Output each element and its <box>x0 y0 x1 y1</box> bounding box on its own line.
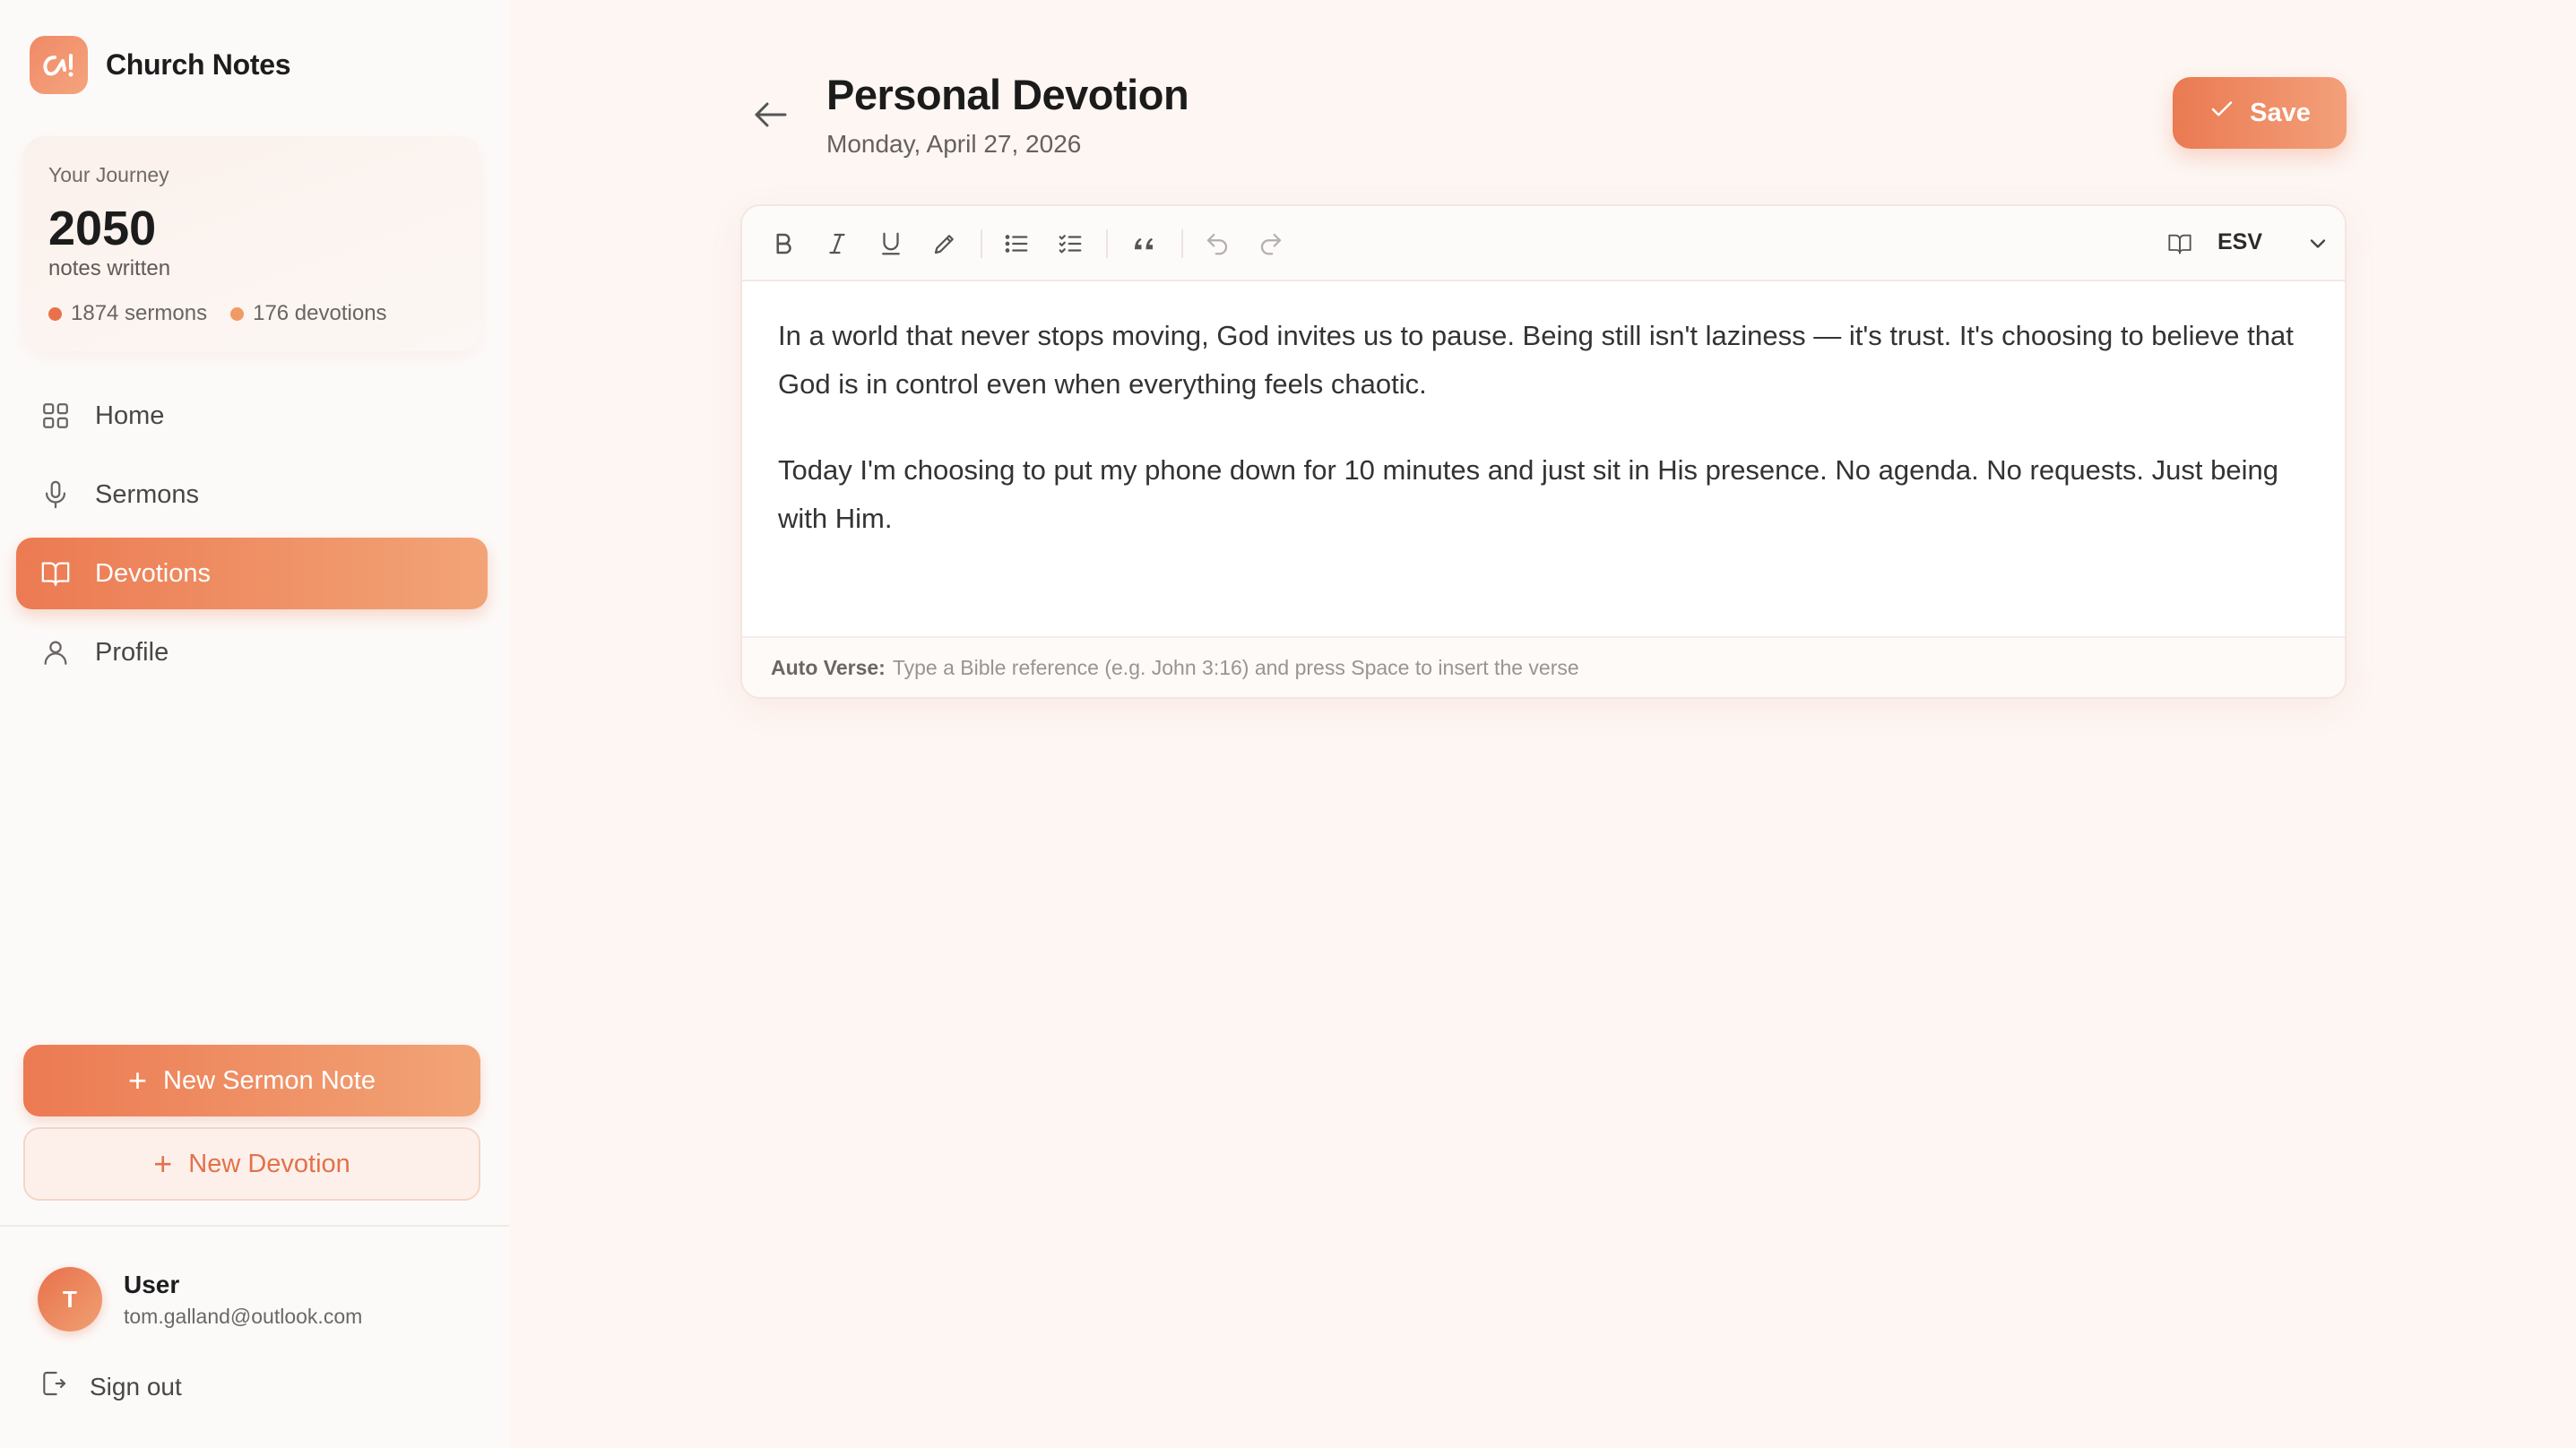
book-icon <box>39 557 72 590</box>
bold-icon[interactable] <box>765 226 801 262</box>
sign-out-icon <box>39 1369 68 1404</box>
divider <box>0 1225 509 1227</box>
notes-written-label: notes written <box>48 256 171 280</box>
translation-select[interactable]: ESV <box>2217 229 2262 255</box>
auto-verse-label: Auto Verse: <box>771 655 886 679</box>
plus-icon: + <box>153 1145 173 1182</box>
paragraph: In a world that never stops moving, God … <box>778 320 2294 400</box>
sign-out-label: Sign out <box>90 1372 182 1401</box>
italic-icon[interactable] <box>819 226 855 262</box>
nav-item-devotions[interactable]: Devotions <box>16 538 488 609</box>
new-sermon-note-button[interactable]: + New Sermon Note <box>23 1045 480 1116</box>
auto-verse-text: Type a Bible reference (e.g. John 3:16) … <box>892 655 1579 679</box>
editor-toolbar: ESV <box>742 206 2345 281</box>
check-icon <box>2209 96 2235 130</box>
bullet-list-icon[interactable] <box>998 226 1034 262</box>
user-email: tom.galland@outlook.com <box>124 1304 363 1328</box>
sermons-dot-icon <box>48 306 62 321</box>
plus-icon: + <box>128 1062 148 1099</box>
notes-count: 2050 <box>48 202 157 255</box>
avatar: T <box>38 1267 102 1332</box>
new-devotion-button[interactable]: + New Devotion <box>23 1127 480 1201</box>
journey-card: Your Journey 2050 notes written 1874 ser… <box>23 136 480 351</box>
save-label: Save <box>2250 98 2311 127</box>
church-notes-logo-icon <box>30 36 88 94</box>
nav-label: Profile <box>95 637 169 667</box>
highlight-icon[interactable] <box>927 226 963 262</box>
sidebar: Church Notes Your Journey 2050 notes wri… <box>0 0 509 1448</box>
quote-icon[interactable] <box>1126 226 1162 262</box>
new-sermon-label: New Sermon Note <box>163 1065 376 1095</box>
grid-icon <box>39 400 72 432</box>
auto-verse-hint: Auto Verse: Type a Bible reference (e.g.… <box>742 636 2345 697</box>
devotions-dot-icon <box>230 306 245 321</box>
user-info: User tom.galland@outlook.com <box>124 1271 362 1329</box>
devotion-editor: ESV In a world that never stops moving, … <box>740 204 2347 699</box>
journey-label: Your Journey <box>48 163 169 186</box>
bible-book-icon <box>2162 226 2198 262</box>
devotions-count: 176 devotions <box>253 301 387 325</box>
toolbar-divider <box>1181 229 1183 258</box>
nav-item-sermons[interactable]: Sermons <box>16 459 488 530</box>
toolbar-divider <box>1106 229 1108 258</box>
page-title: Personal Devotion <box>826 71 1189 118</box>
new-devotion-label: New Devotion <box>188 1149 350 1178</box>
chevron-down-icon[interactable] <box>2300 226 2336 262</box>
checklist-icon[interactable] <box>1052 226 1088 262</box>
editor-content[interactable]: In a world that never stops moving, God … <box>778 312 2320 581</box>
main-nav: Home Sermons Devotions Profile <box>16 380 488 695</box>
user-name: User <box>124 1270 180 1298</box>
journey-stats: 1874 sermons 176 devotions <box>48 301 387 326</box>
user-card[interactable]: T User tom.galland@outlook.com <box>38 1267 362 1332</box>
nav-label: Devotions <box>95 558 211 588</box>
undo-icon[interactable] <box>1199 226 1235 262</box>
user-icon <box>39 636 72 668</box>
underline-icon[interactable] <box>873 226 909 262</box>
page-date: Monday, April 27, 2026 <box>826 130 1082 158</box>
nav-label: Sermons <box>95 479 200 509</box>
sermons-count: 1874 sermons <box>71 301 208 325</box>
microphone-icon <box>39 478 72 511</box>
paragraph: Today I'm choosing to put my phone down … <box>778 454 2278 534</box>
redo-icon[interactable] <box>1253 226 1289 262</box>
toolbar-divider <box>981 229 982 258</box>
back-arrow-icon[interactable] <box>749 93 792 136</box>
nav-item-profile[interactable]: Profile <box>16 616 488 688</box>
save-button[interactable]: Save <box>2173 77 2347 149</box>
nav-item-home[interactable]: Home <box>16 380 488 452</box>
sign-out-button[interactable]: Sign out <box>39 1369 182 1404</box>
app-name: Church Notes <box>106 48 291 81</box>
nav-label: Home <box>95 401 165 430</box>
brand[interactable]: Church Notes <box>30 36 291 94</box>
